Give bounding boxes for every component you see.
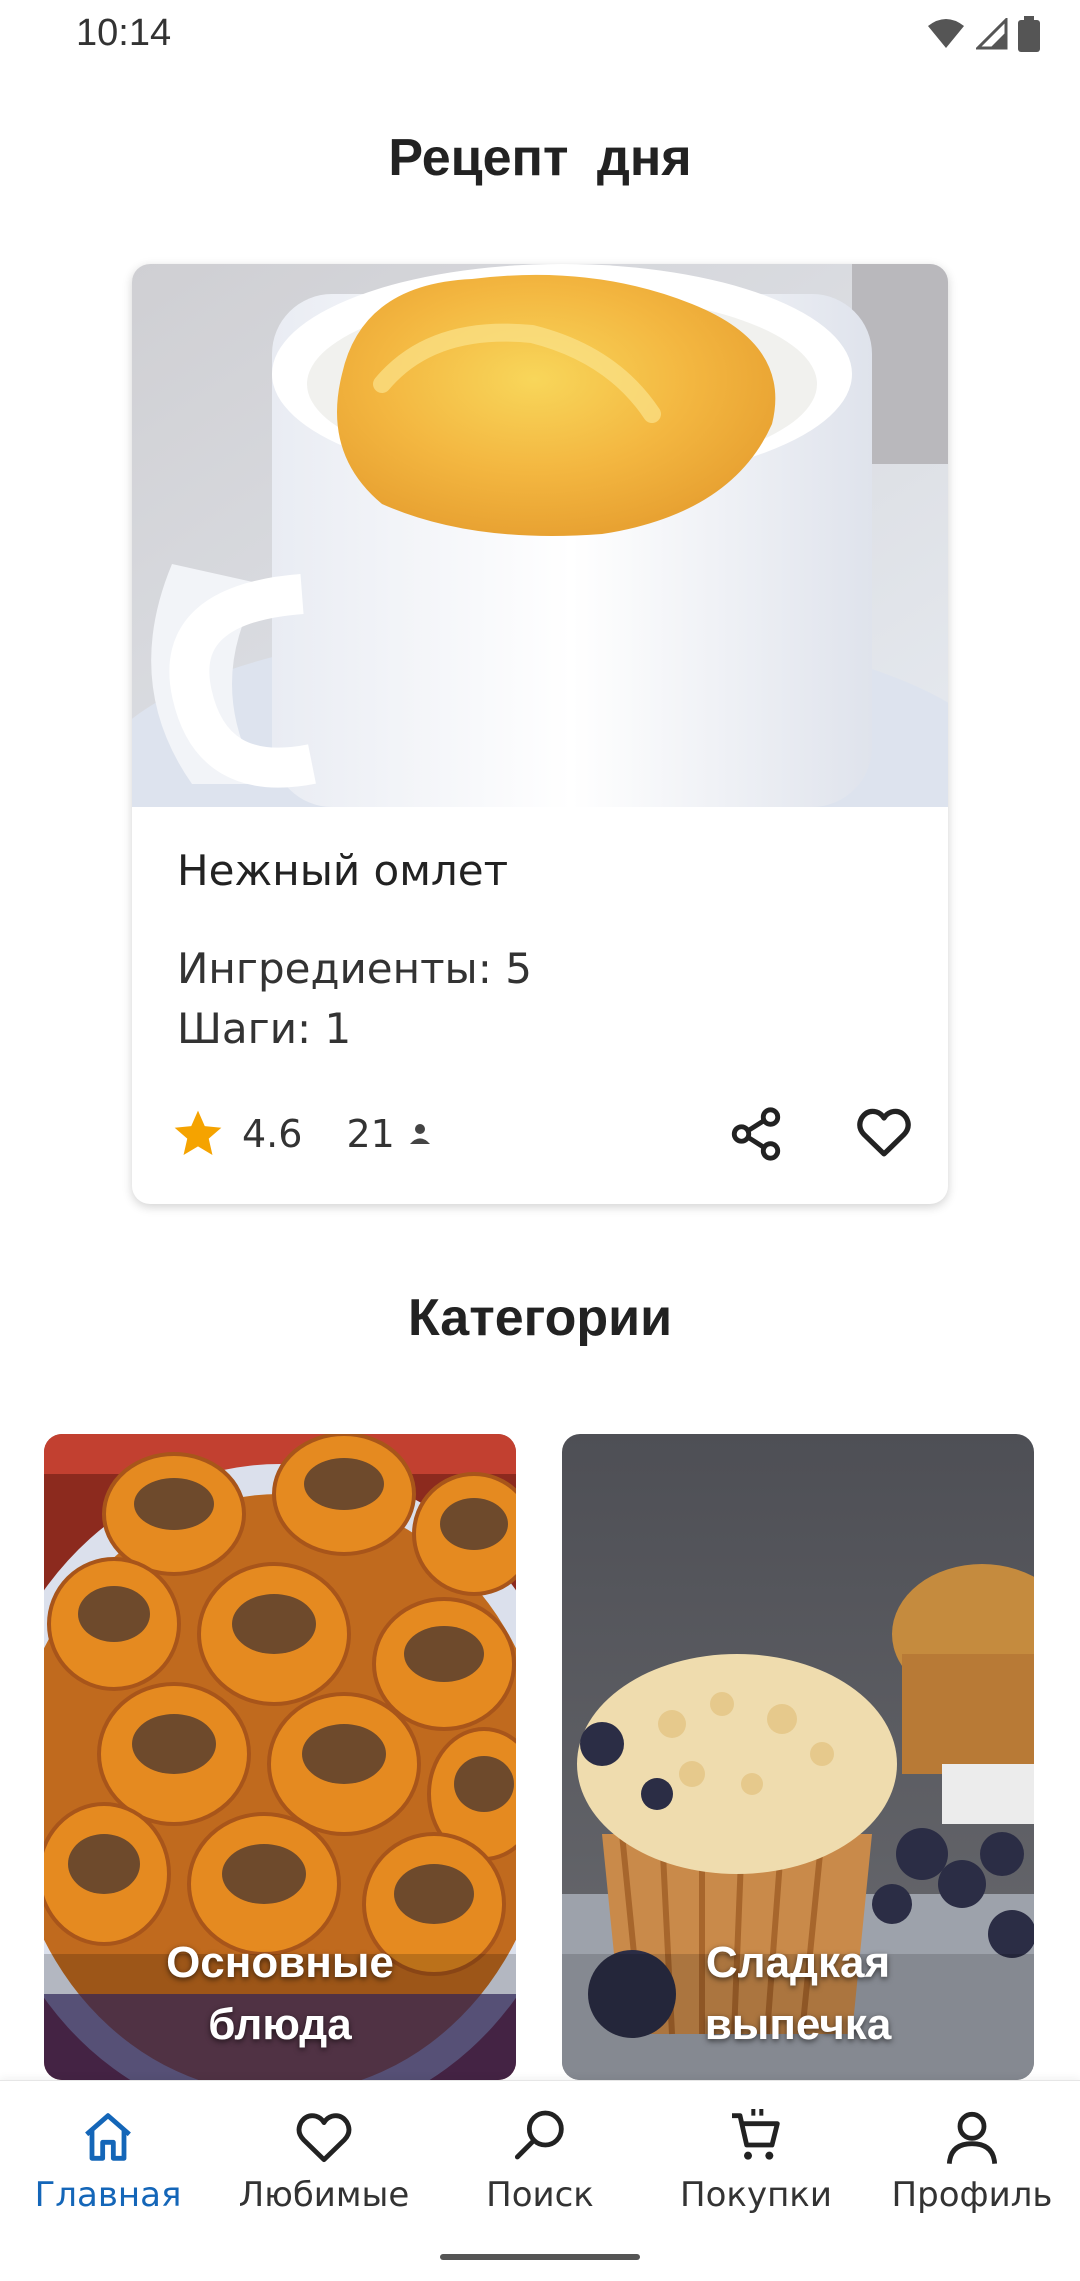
rating-value: 4.6 [242,1112,303,1156]
nav-label-favorites: Любимые [238,2175,410,2215]
recipe-name: Нежный омлет [177,846,509,895]
profile-icon [946,2111,998,2164]
category-label: Основные блюда [166,1938,394,2049]
share-button[interactable] [720,1102,792,1166]
reviews-count: 21 [346,1112,395,1156]
nav-label-shopping: Покупки [680,2175,832,2215]
status-time: 10:14 [76,12,172,54]
nav-label-profile: Профиль [891,2175,1053,2215]
nav-item-profile[interactable]: Профиль [864,2105,1080,2235]
signal-icon [976,18,1008,50]
favorite-button[interactable] [848,1100,920,1164]
share-icon [731,1107,781,1161]
home-indicator[interactable] [440,2254,640,2260]
cart-icon [732,2109,780,2160]
nav-item-shopping[interactable]: Покупки [648,2105,864,2235]
rating-row: 4.6 21 [170,1104,435,1164]
nav-label-search: Поиск [486,2175,594,2215]
category-label: Сладкая выпечка [704,1938,892,2049]
person-icon [409,1124,430,1144]
nav-item-search[interactable]: Поиск [432,2105,648,2235]
recipe-of-day-card[interactable]: Нежный омлет Ингредиенты: 5 Шаги: 1 4.6 … [132,264,948,1204]
search-icon [514,2110,564,2160]
recipe-steps-count: Шаги: 1 [177,1004,352,1053]
categories-title: Категории [407,1289,673,1347]
heart-icon [296,2113,352,2163]
category-card-main-dishes[interactable]: Основные блюда [44,1434,516,2080]
heart-icon [857,1108,911,1157]
bottom-navigation: Главная Любимые Поиск Покупки Профиль [0,2080,1080,2281]
home-icon [85,2113,131,2161]
nav-label-home: Главная [34,2175,182,2215]
nav-item-home[interactable]: Главная [0,2105,216,2235]
status-icons [926,16,1040,52]
category-card-sweet-baking[interactable]: Сладкая выпечка [562,1434,1034,2080]
recipe-image [132,264,948,807]
recipe-ingredients-count: Ингредиенты: 5 [177,944,532,993]
status-bar: 10:14 [0,0,1080,72]
star-icon [174,1110,222,1155]
wifi-icon [928,19,964,48]
nav-item-favorites[interactable]: Любимые [216,2105,432,2235]
page-title: Рецепт дня [388,129,692,187]
battery-icon [1018,16,1040,52]
